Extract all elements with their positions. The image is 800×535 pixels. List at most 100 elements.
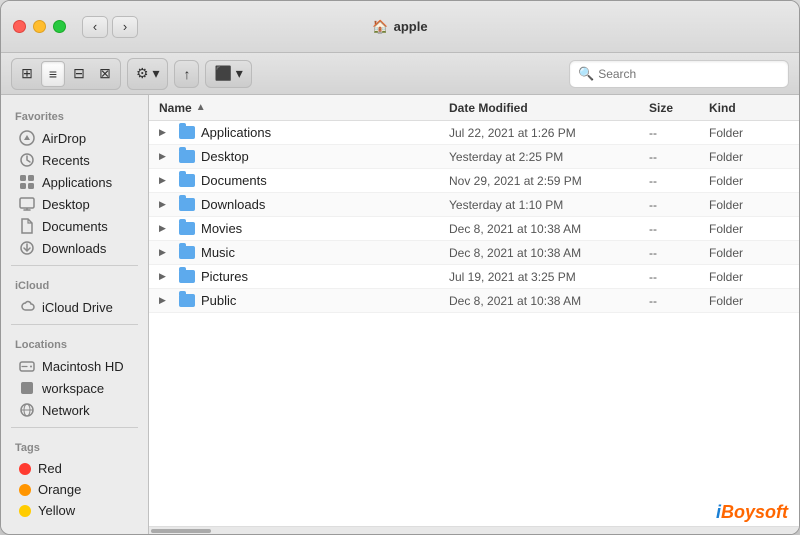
file-size: --	[649, 174, 709, 188]
forward-button[interactable]: ›	[112, 16, 138, 38]
table-row[interactable]: ▶ Documents Nov 29, 2021 at 2:59 PM -- F…	[149, 169, 799, 193]
sidebar-item-tag-yellow[interactable]: Yellow	[5, 500, 144, 521]
disclosure-icon: ▶	[159, 127, 173, 138]
scrollbar-thumb[interactable]	[151, 529, 211, 533]
file-kind: Folder	[709, 294, 789, 308]
file-date: Yesterday at 2:25 PM	[449, 150, 649, 164]
sidebar-item-label: Network	[42, 403, 90, 418]
sidebar-item-tag-red[interactable]: Red	[5, 458, 144, 479]
sidebar-item-icloud[interactable]: iCloud Drive	[5, 296, 144, 318]
back-button[interactable]: ‹	[82, 16, 108, 38]
divider-3	[11, 427, 138, 428]
maximize-button[interactable]	[53, 20, 66, 33]
folder-icon	[179, 294, 195, 307]
file-kind: Folder	[709, 174, 789, 188]
sidebar-item-label: Downloads	[42, 241, 106, 256]
file-date: Dec 8, 2021 at 10:38 AM	[449, 246, 649, 260]
file-date: Nov 29, 2021 at 2:59 PM	[449, 174, 649, 188]
sidebar-section-locations: Locations	[1, 331, 148, 355]
desktop-icon	[19, 196, 35, 212]
file-name: Movies	[201, 221, 242, 236]
column-view-button[interactable]: ⊟	[67, 61, 91, 87]
sidebar-item-recents[interactable]: Recents	[5, 149, 144, 171]
share-button[interactable]: ↑	[174, 60, 199, 88]
col-header-name[interactable]: Name ▲	[159, 101, 449, 115]
disclosure-icon: ▶	[159, 247, 173, 258]
table-row[interactable]: ▶ Public Dec 8, 2021 at 10:38 AM -- Fold…	[149, 289, 799, 313]
file-size: --	[649, 198, 709, 212]
tag-red-dot	[19, 463, 31, 475]
file-size: --	[649, 270, 709, 284]
arrange-button[interactable]: ⚙ ▾	[131, 61, 164, 87]
col-header-date[interactable]: Date Modified	[449, 101, 649, 115]
col-header-size[interactable]: Size	[649, 101, 709, 115]
sidebar-item-label: Recents	[42, 153, 90, 168]
table-row[interactable]: ▶ Applications Jul 22, 2021 at 1:26 PM -…	[149, 121, 799, 145]
table-row[interactable]: ▶ Desktop Yesterday at 2:25 PM -- Folder	[149, 145, 799, 169]
icloud-icon	[19, 299, 35, 315]
view-toggle-group: ⊞ ≡ ⊟ ⊠	[11, 58, 121, 90]
finder-window: ‹ › 🏠 apple ⊞ ≡ ⊟ ⊠ ⚙ ▾ ↑ ⬛ ▾ 🔍 Favorite…	[0, 0, 800, 535]
close-button[interactable]	[13, 20, 26, 33]
folder-icon	[179, 222, 195, 235]
search-bar[interactable]: 🔍	[569, 60, 789, 88]
sidebar-item-label: Documents	[42, 219, 108, 234]
sidebar-item-airdrop[interactable]: AirDrop	[5, 127, 144, 149]
search-input[interactable]	[598, 67, 780, 81]
action-button[interactable]: ⬛ ▾	[205, 60, 251, 88]
file-name: Applications	[201, 125, 271, 140]
icon-view-button[interactable]: ⊞	[15, 61, 39, 87]
file-name: Public	[201, 293, 236, 308]
sort-arrow: ▲	[196, 102, 206, 113]
sidebar-item-workspace[interactable]: workspace	[5, 377, 144, 399]
gallery-view-button[interactable]: ⊠	[93, 61, 117, 87]
sidebar-item-applications[interactable]: Applications	[5, 171, 144, 193]
file-size: --	[649, 246, 709, 260]
sidebar-item-desktop[interactable]: Desktop	[5, 193, 144, 215]
sidebar-item-tag-orange[interactable]: Orange	[5, 479, 144, 500]
file-kind: Folder	[709, 126, 789, 140]
disclosure-icon: ▶	[159, 271, 173, 282]
file-name: Desktop	[201, 149, 249, 164]
file-date: Jul 19, 2021 at 3:25 PM	[449, 270, 649, 284]
file-kind: Folder	[709, 270, 789, 284]
network-icon	[19, 402, 35, 418]
col-header-kind[interactable]: Kind	[709, 101, 789, 115]
table-row[interactable]: ▶ Pictures Jul 19, 2021 at 3:25 PM -- Fo…	[149, 265, 799, 289]
folder-icon	[179, 174, 195, 187]
disclosure-icon: ▶	[159, 223, 173, 234]
recents-icon	[19, 152, 35, 168]
file-date: Dec 8, 2021 at 10:38 AM	[449, 222, 649, 236]
minimize-button[interactable]	[33, 20, 46, 33]
disclosure-icon: ▶	[159, 151, 173, 162]
file-pane: Name ▲ Date Modified Size Kind ▶ Applica…	[149, 95, 799, 534]
sidebar-item-label: Desktop	[42, 197, 90, 212]
window-title: 🏠 apple	[372, 19, 427, 35]
search-icon: 🔍	[578, 66, 594, 82]
horizontal-scrollbar[interactable]	[149, 526, 799, 534]
table-row[interactable]: ▶ Movies Dec 8, 2021 at 10:38 AM -- Fold…	[149, 217, 799, 241]
tag-orange-dot	[19, 484, 31, 496]
file-size: --	[649, 126, 709, 140]
disclosure-icon: ▶	[159, 175, 173, 186]
sidebar-item-documents[interactable]: Documents	[5, 215, 144, 237]
downloads-icon	[19, 240, 35, 256]
file-kind: Folder	[709, 150, 789, 164]
table-row[interactable]: ▶ Downloads Yesterday at 1:10 PM -- Fold…	[149, 193, 799, 217]
divider-2	[11, 324, 138, 325]
table-row[interactable]: ▶ Music Dec 8, 2021 at 10:38 AM -- Folde…	[149, 241, 799, 265]
sidebar-item-macintosh-hd[interactable]: Macintosh HD	[5, 355, 144, 377]
title-text: apple	[394, 19, 428, 34]
sidebar-item-network[interactable]: Network	[5, 399, 144, 421]
file-date: Dec 8, 2021 at 10:38 AM	[449, 294, 649, 308]
list-view-button[interactable]: ≡	[41, 61, 65, 87]
sidebar-section-icloud: iCloud	[1, 272, 148, 296]
sidebar-item-label: AirDrop	[42, 131, 86, 146]
home-icon: 🏠	[372, 19, 388, 35]
divider-1	[11, 265, 138, 266]
file-list: ▶ Applications Jul 22, 2021 at 1:26 PM -…	[149, 121, 799, 526]
sidebar-section-tags: Tags	[1, 434, 148, 458]
sidebar-item-label: workspace	[42, 381, 104, 396]
sidebar-item-downloads[interactable]: Downloads	[5, 237, 144, 259]
sidebar-item-label: Red	[38, 461, 62, 476]
